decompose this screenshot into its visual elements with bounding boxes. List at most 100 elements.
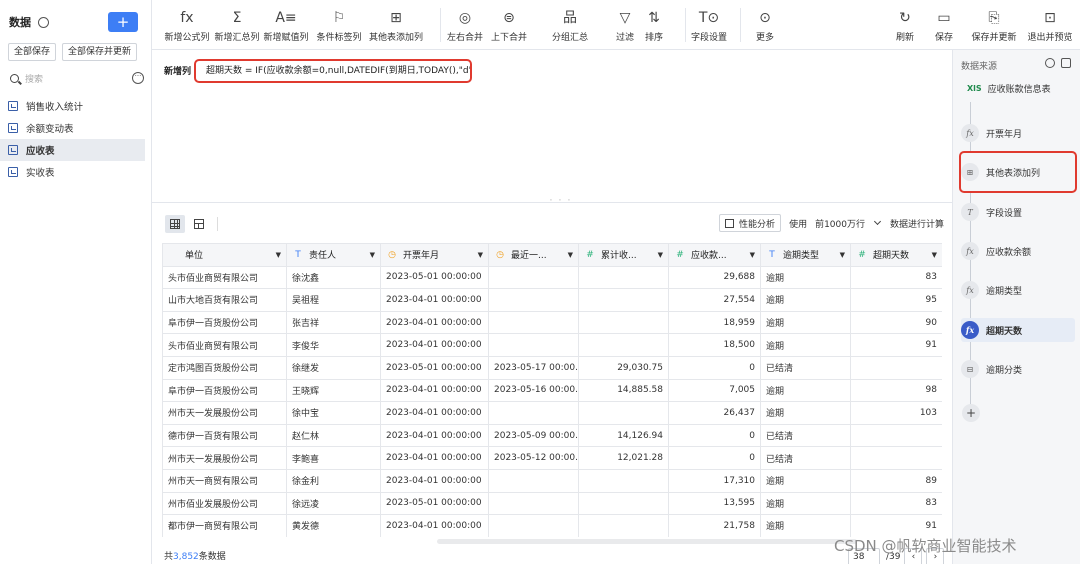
toolbar-button-8[interactable]: ▽ 过滤 bbox=[616, 0, 634, 50]
table-item-sales[interactable]: 销售收入统计 bbox=[0, 95, 152, 117]
table-cell[interactable]: 27,554 bbox=[668, 288, 761, 312]
source-node[interactable]: XlS 应收账款信息表 bbox=[967, 82, 1051, 95]
table-row[interactable]: 头市佰业商贸有限公司 李俊华 2023-04-01 00:00:00 18,500 逾期… bbox=[162, 333, 942, 357]
table-cell[interactable]: 2023-04-01 00:00:00 bbox=[380, 378, 489, 403]
table-cell[interactable]: 都市伊一商贸有限公司 bbox=[162, 514, 287, 537]
toolbar-button-12[interactable]: ↻ 刷新 bbox=[896, 0, 914, 50]
table-cell[interactable]: 83 bbox=[850, 491, 942, 516]
table-cell[interactable]: 2023-04-01 00:00:00 bbox=[380, 333, 489, 357]
table-cell[interactable]: 2023-05-09 00:00... bbox=[488, 423, 579, 448]
table-cell[interactable]: 2023-04-01 00:00:00 bbox=[380, 310, 489, 335]
step-item[interactable]: fx 超期天数 bbox=[961, 318, 1075, 342]
toolbar-button-1[interactable]: Σ 新增汇总列 bbox=[214, 0, 259, 50]
table-cell[interactable]: 头市佰业商贸有限公司 bbox=[162, 333, 287, 357]
table-cell[interactable]: 2023-04-01 00:00:00 bbox=[380, 468, 489, 493]
table-cell[interactable]: 赵仁林 bbox=[286, 423, 381, 448]
table-cell[interactable]: 2023-04-01 00:00:00 bbox=[380, 401, 489, 425]
table-cell[interactable] bbox=[488, 288, 579, 312]
table-cell[interactable] bbox=[488, 401, 579, 425]
table-cell[interactable]: 州市天一发展股份公司 bbox=[162, 401, 287, 425]
table-cell[interactable]: 逾期 bbox=[760, 514, 851, 537]
toolbar-button-11[interactable]: ⊙ 更多 bbox=[756, 0, 774, 50]
table-cell[interactable]: 90 bbox=[850, 310, 942, 335]
table-cell[interactable]: 98 bbox=[850, 378, 942, 403]
table-cell[interactable] bbox=[488, 491, 579, 516]
column-header[interactable]: # 超期天数 ▼ bbox=[850, 243, 942, 267]
search-bar[interactable]: 搜索 ··· bbox=[10, 70, 144, 86]
table-cell[interactable]: 103 bbox=[850, 401, 942, 425]
table-cell[interactable]: 2023-05-01 00:00:00 bbox=[380, 355, 489, 380]
table-cell[interactable] bbox=[488, 333, 579, 357]
table-cell[interactable]: 逾期 bbox=[760, 333, 851, 357]
column-header[interactable]: T 逾期类型 ▼ bbox=[760, 243, 851, 267]
table-cell[interactable]: 18,959 bbox=[668, 310, 761, 335]
table-cell[interactable]: 徐中宝 bbox=[286, 401, 381, 425]
table-cell[interactable]: 13,595 bbox=[668, 491, 761, 516]
step-item[interactable]: fx 开票年月 bbox=[961, 121, 1075, 145]
settings-icon[interactable] bbox=[38, 16, 49, 28]
step-item[interactable]: ⊟ 逾期分类 bbox=[961, 357, 1075, 381]
table-cell[interactable]: 黄发德 bbox=[286, 514, 381, 537]
table-cell[interactable] bbox=[578, 333, 669, 357]
table-cell[interactable]: 李俊华 bbox=[286, 333, 381, 357]
table-cell[interactable]: 12,021.28 bbox=[578, 446, 669, 470]
table-cell[interactable] bbox=[850, 355, 942, 380]
table-cell[interactable]: 83 bbox=[850, 265, 942, 290]
table-cell[interactable]: 逾期 bbox=[760, 288, 851, 312]
caret-down-icon[interactable]: ▼ bbox=[370, 251, 375, 259]
table-cell[interactable]: 州市佰业发展股份公司 bbox=[162, 491, 287, 516]
table-cell[interactable]: 29,688 bbox=[668, 265, 761, 290]
caret-down-icon[interactable]: ▼ bbox=[568, 251, 573, 259]
column-header[interactable]: 单位 ▼ bbox=[162, 243, 287, 267]
table-cell[interactable] bbox=[578, 265, 669, 290]
table-cell[interactable]: 89 bbox=[850, 468, 942, 493]
table-cell[interactable]: 逾期 bbox=[760, 378, 851, 403]
table-cell[interactable]: 张吉祥 bbox=[286, 310, 381, 335]
perf-analysis-button[interactable]: 性能分析 bbox=[719, 214, 782, 232]
column-header[interactable]: T 责任人 ▼ bbox=[286, 243, 381, 267]
table-cell[interactable]: 14,126.94 bbox=[578, 423, 669, 448]
table-cell[interactable]: 29,030.75 bbox=[578, 355, 669, 380]
column-header[interactable]: ◷ 最近一... ▼ bbox=[488, 243, 579, 267]
table-cell[interactable] bbox=[578, 514, 669, 537]
table-cell[interactable] bbox=[488, 514, 579, 537]
more-options-icon[interactable]: ··· bbox=[132, 72, 144, 84]
save-all-update-button[interactable]: 全部保存并更新 bbox=[62, 43, 138, 61]
toolbar-button-14[interactable]: ⎘ 保存并更新 bbox=[971, 0, 1016, 50]
table-cell[interactable]: 山市大地百货有限公司 bbox=[162, 288, 287, 312]
table-row[interactable]: 都市伊一商贸有限公司 黄发德 2023-04-01 00:00:00 21,758 逾期… bbox=[162, 514, 942, 537]
table-row[interactable]: 阜市伊一百货股份公司 王晓辉 2023-04-01 00:00:00 2023-05-… bbox=[162, 378, 942, 403]
table-cell[interactable]: 逾期 bbox=[760, 265, 851, 290]
table-cell[interactable]: 0 bbox=[668, 446, 761, 470]
table-row[interactable]: 州市天一发展股份公司 李鲍喜 2023-04-01 00:00:00 2023-05-… bbox=[162, 446, 942, 470]
table-cell[interactable]: 2023-05-01 00:00:00 bbox=[380, 265, 489, 290]
table-cell[interactable]: 逾期 bbox=[760, 491, 851, 516]
table-cell[interactable]: 0 bbox=[668, 355, 761, 380]
table-cell[interactable]: 2023-05-12 00:00... bbox=[488, 446, 579, 470]
table-cell[interactable]: 州市天一商贸有限公司 bbox=[162, 468, 287, 493]
save-all-button[interactable]: 全部保存 bbox=[8, 43, 57, 61]
table-cell[interactable] bbox=[850, 423, 942, 448]
caret-down-icon[interactable]: ▼ bbox=[750, 251, 755, 259]
table-cell[interactable]: 2023-05-17 00:00... bbox=[488, 355, 579, 380]
step-item[interactable]: fx 应收款余额 bbox=[961, 239, 1075, 263]
table-item-received[interactable]: 实收表 bbox=[0, 161, 152, 183]
table-cell[interactable] bbox=[578, 310, 669, 335]
history-icon[interactable] bbox=[1045, 58, 1055, 68]
table-row[interactable]: 头市佰业商贸有限公司 徐沈鑫 2023-05-01 00:00:00 29,688 逾期… bbox=[162, 265, 942, 290]
formula-input[interactable]: 超期天数 = IF(应收款余额=0,null,DATEDIF(到期日,TODAY… bbox=[194, 59, 472, 83]
add-step-button[interactable]: + bbox=[962, 404, 980, 422]
caret-down-icon[interactable]: ▼ bbox=[840, 251, 845, 259]
caret-down-icon[interactable]: ▼ bbox=[276, 251, 281, 259]
table-cell[interactable]: 头市佰业商贸有限公司 bbox=[162, 265, 287, 290]
toolbar-button-3[interactable]: ⚐ 条件标签列 bbox=[316, 0, 361, 50]
toolbar-button-13[interactable]: ▭ 保存 bbox=[935, 0, 953, 50]
table-cell[interactable]: 已结清 bbox=[760, 423, 851, 448]
table-cell[interactable] bbox=[488, 265, 579, 290]
grid-view-button[interactable] bbox=[165, 215, 185, 233]
rows-select[interactable]: 前1000万行 bbox=[813, 214, 882, 232]
table-row[interactable]: 州市佰业发展股份公司 徐远凌 2023-05-01 00:00:00 13,595 逾期… bbox=[162, 491, 942, 516]
table-cell[interactable] bbox=[578, 468, 669, 493]
table-cell[interactable]: 徐远凌 bbox=[286, 491, 381, 516]
toolbar-button-2[interactable]: A≡ 新增赋值列 bbox=[263, 0, 308, 50]
